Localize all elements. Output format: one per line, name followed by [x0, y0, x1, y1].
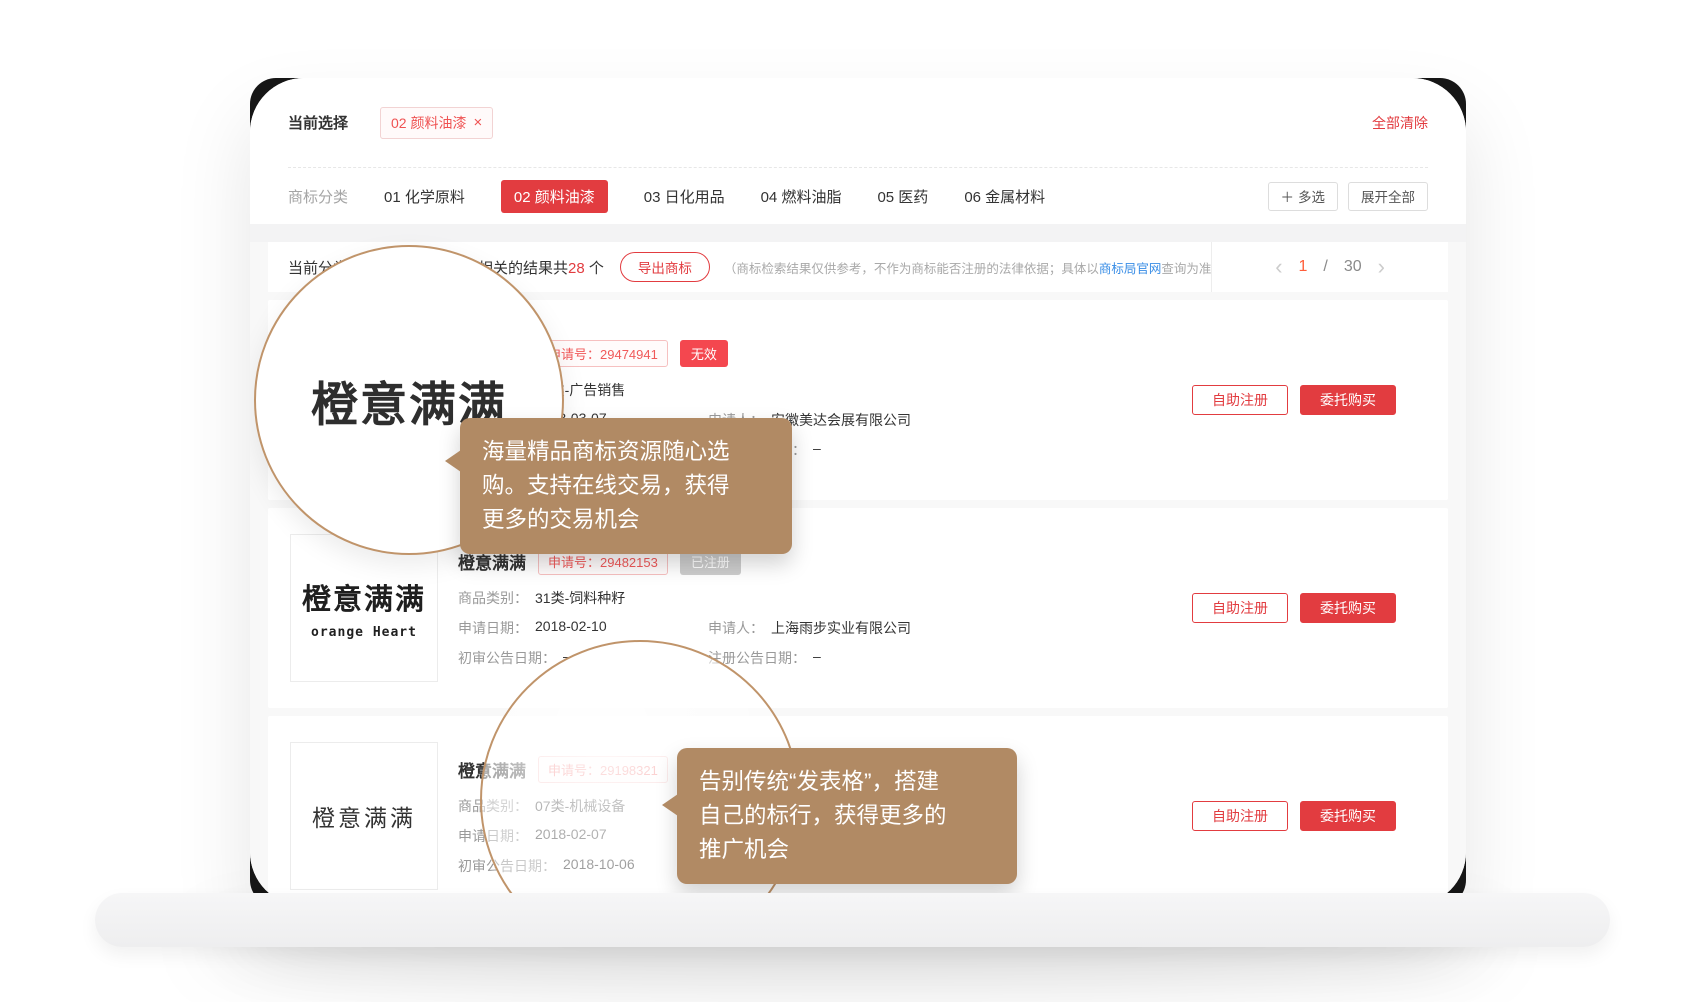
applicant-field: 申请人： 上海雨步实业有限公司: [708, 618, 911, 638]
trademark-image-text: 橙意满满: [302, 576, 426, 618]
self-register-button[interactable]: 自助注册: [1192, 801, 1288, 831]
clear-all-button[interactable]: 全部清除: [1372, 113, 1428, 133]
multi-select-label: 多选: [1298, 186, 1325, 206]
field-line: 申请日期： 2018-02-10 申请人： 上海雨步实业有限公司: [458, 618, 1118, 638]
field-value: 安徽美达会展有限公司: [771, 410, 911, 430]
row-actions: 自助注册 委托购买: [1192, 593, 1396, 623]
application-number-value: 29474941: [600, 347, 658, 362]
row-actions: 自助注册 委托购买: [1192, 385, 1396, 415]
results-count: 28: [568, 260, 585, 277]
field-label: 商品类别：: [458, 588, 528, 608]
pagination: ‹ 1 / 30 ›: [1211, 242, 1448, 292]
tooltip-line: 购。支持在线交易，获得: [482, 469, 770, 503]
device-base: [95, 893, 1610, 947]
category-actions: ＋ 多选 展开全部: [1268, 182, 1429, 211]
category-filter-label: 商标分类: [288, 186, 348, 207]
section-divider: [250, 224, 1466, 242]
category-item-04[interactable]: 04 燃料油脂: [761, 186, 842, 207]
tooltip-arrow-icon: [445, 450, 461, 472]
disclaimer-prefix: （商标检索结果仅供参考，不作为商标能否注册的法律依据；具体以: [724, 262, 1099, 276]
tooltip-arrow-icon: [662, 794, 678, 816]
total-pages: 30: [1344, 258, 1362, 276]
trademark-office-link[interactable]: 商标局官网: [1099, 262, 1162, 276]
disclaimer-suffix: 查询为准。）: [1161, 262, 1211, 276]
close-icon[interactable]: ×: [473, 115, 482, 130]
field-value: 31类-饲料种籽: [535, 588, 625, 608]
selected-filter-tag[interactable]: 02 颜料油漆 ×: [380, 107, 493, 139]
current-selection-row: 当前选择 02 颜料油漆 × 全部清除: [288, 78, 1428, 168]
page-separator: /: [1323, 258, 1327, 276]
trademark-details: 橙意满满 申请号：29482153 已注册 商品类别：31类-饲料种籽 申请日期…: [458, 548, 1118, 668]
self-register-button[interactable]: 自助注册: [1192, 593, 1288, 623]
field-value: –: [813, 440, 821, 460]
category-item-06[interactable]: 06 金属材料: [964, 186, 1045, 207]
trademark-image: 橙意满满: [290, 742, 438, 890]
tooltip-line: 推广机会: [699, 833, 995, 867]
plus-icon: ＋: [1281, 186, 1295, 206]
prev-page-icon[interactable]: ‹: [1275, 256, 1282, 278]
application-number-value: 29482153: [600, 555, 658, 570]
category-item-01[interactable]: 01 化学原料: [384, 186, 465, 207]
trademark-image-text: 橙意满满: [312, 799, 416, 833]
tooltip-line: 海量精品商标资源随心选: [482, 435, 770, 469]
tooltip-line: 自己的标行，获得更多的: [699, 799, 995, 833]
self-register-button[interactable]: 自助注册: [1192, 385, 1288, 415]
selected-filter-tag-label: 02 颜料油漆: [391, 113, 466, 133]
tooltip-line: 更多的交易机会: [482, 503, 770, 537]
status-badge: 无效: [680, 340, 728, 367]
entrust-buy-button[interactable]: 委托购买: [1300, 801, 1396, 831]
next-page-icon[interactable]: ›: [1378, 256, 1385, 278]
field-value: 上海雨步实业有限公司: [771, 618, 911, 638]
multi-select-button[interactable]: ＋ 多选: [1268, 182, 1339, 211]
category-field: 商品类别： 31类-饲料种籽: [458, 588, 625, 608]
current-selection-label: 当前选择: [288, 112, 348, 133]
field-label: 申请人：: [708, 618, 764, 638]
trademark-image: 橙意满满 orange Heart: [290, 534, 438, 682]
entrust-buy-button[interactable]: 委托购买: [1300, 385, 1396, 415]
field-line: 商品类别： 31类-饲料种籽: [458, 588, 1118, 608]
category-item-03[interactable]: 03 日化用品: [644, 186, 725, 207]
field-value: 2018-02-10: [535, 618, 607, 638]
entrust-buy-button[interactable]: 委托购买: [1300, 593, 1396, 623]
callout-tooltip-promotion: 告别传统“发表格”，搭建 自己的标行，获得更多的 推广机会: [677, 748, 1017, 884]
current-page: 1: [1299, 258, 1308, 276]
field-label: 初审公告日期：: [458, 648, 556, 668]
field-label: 申请日期：: [458, 618, 528, 638]
category-item-02-active[interactable]: 02 颜料油漆: [501, 180, 608, 213]
row-actions: 自助注册 委托购买: [1192, 801, 1396, 831]
trademark-image-subtext: orange Heart: [311, 625, 417, 640]
browser-window: 当前选择 02 颜料油漆 × 全部清除 商标分类 01 化学原料 02 颜料油漆…: [250, 78, 1466, 906]
tooltip-line: 告别传统“发表格”，搭建: [699, 765, 995, 799]
category-item-05[interactable]: 05 医药: [877, 186, 928, 207]
category-filter-row: 商标分类 01 化学原料 02 颜料油漆 03 日化用品 04 燃料油脂 05 …: [288, 168, 1428, 224]
date-field: 申请日期： 2018-02-10: [458, 618, 708, 638]
export-trademarks-button[interactable]: 导出商标: [620, 252, 710, 282]
results-count-suffix: 个: [585, 260, 604, 277]
expand-all-button[interactable]: 展开全部: [1348, 182, 1428, 211]
disclaimer-note: （商标检索结果仅供参考，不作为商标能否注册的法律依据；具体以商标局官网查询为准。…: [724, 258, 1211, 277]
callout-tooltip-marketplace: 海量精品商标资源随心选 购。支持在线交易，获得 更多的交易机会: [460, 418, 792, 554]
field-value: –: [813, 648, 821, 668]
filter-toolbar: 当前选择 02 颜料油漆 × 全部清除 商标分类 01 化学原料 02 颜料油漆…: [250, 78, 1466, 224]
application-number-label: 申请号：: [548, 555, 600, 570]
device-frame: 当前选择 02 颜料油漆 × 全部清除 商标分类 01 化学原料 02 颜料油漆…: [250, 78, 1466, 906]
